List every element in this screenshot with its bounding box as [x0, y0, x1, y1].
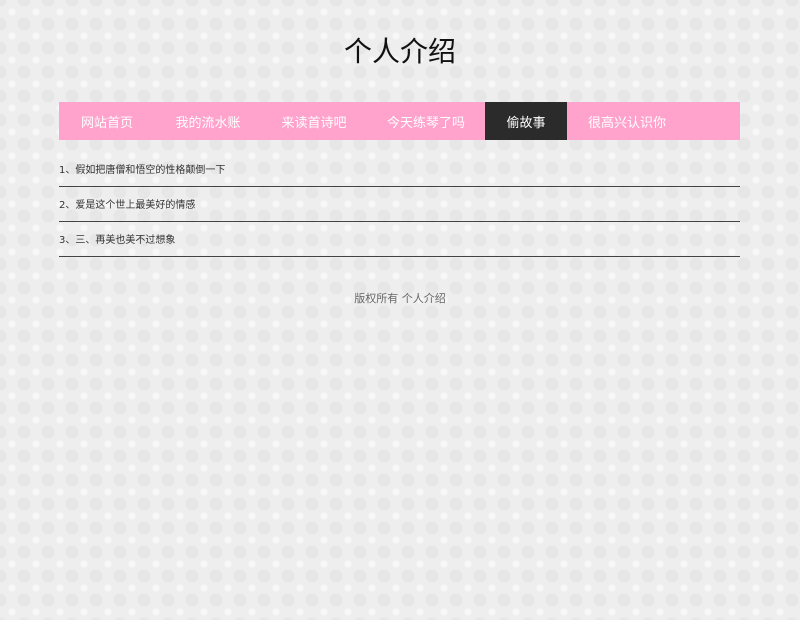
- article-list: 1、假如把唐僧和悟空的性格颠倒一下 2、爱是这个世上最美好的情感 3、三、再美也…: [59, 152, 740, 257]
- nav-item-home[interactable]: 网站首页: [59, 102, 155, 140]
- nav-item-about[interactable]: 很高兴认识你: [567, 102, 687, 140]
- nav-item-piano[interactable]: 今天练琴了吗: [367, 102, 485, 140]
- nav-item-journal[interactable]: 我的流水账: [155, 102, 261, 140]
- nav-item-stories[interactable]: 偷故事: [485, 102, 567, 140]
- footer-copyright: 版权所有 个人介绍: [354, 292, 446, 305]
- nav-item-poetry[interactable]: 来读首诗吧: [261, 102, 367, 140]
- page-title: 个人介绍: [343, 35, 456, 68]
- list-item[interactable]: 3、三、再美也美不过想象: [59, 222, 740, 257]
- main-nav: 网站首页 我的流水账 来读首诗吧 今天练琴了吗 偷故事 很高兴认识你: [59, 102, 740, 140]
- list-item[interactable]: 2、爱是这个世上最美好的情感: [59, 187, 740, 222]
- list-item[interactable]: 1、假如把唐僧和悟空的性格颠倒一下: [59, 152, 740, 187]
